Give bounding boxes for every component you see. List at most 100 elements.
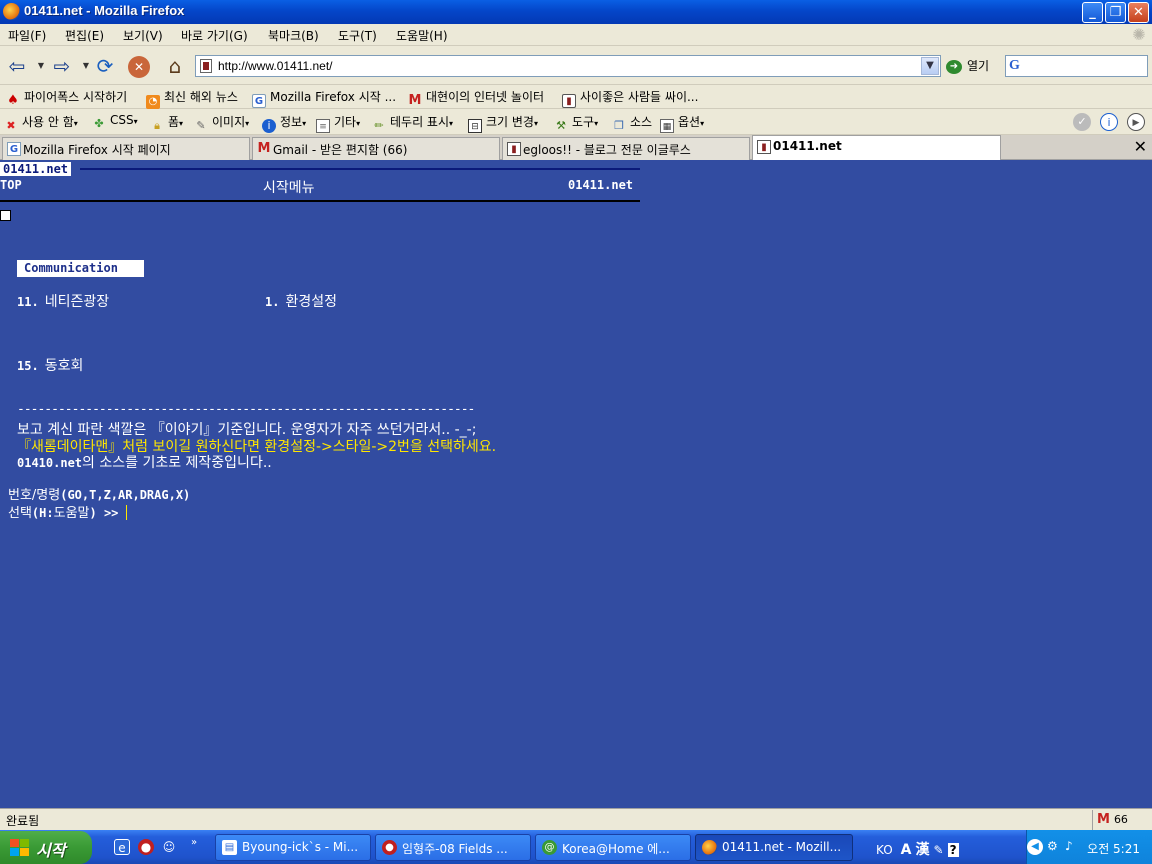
system-tray: ◀ ⚙ ♪ 오전 5:21: [1026, 830, 1152, 864]
google-icon: G: [1009, 58, 1020, 73]
network-icon[interactable]: ⚙: [1047, 839, 1058, 853]
menu-item-settings[interactable]: 1. 환경설정: [265, 291, 337, 311]
window-title-bar: 01411.net - Mozilla Firefox _ ❐ ✕: [0, 0, 1152, 24]
checkbox[interactable]: [0, 210, 11, 221]
page-icon: [200, 59, 212, 73]
task-byoung-ick[interactable]: ▤ Byoung-ick`s - Mi...: [215, 834, 371, 861]
korea-home-icon: @: [542, 840, 557, 855]
dev-tools-menu[interactable]: ⚒ 도구▾: [554, 113, 598, 133]
list-icon: ≡: [316, 119, 330, 133]
tab-01411[interactable]: ▮ 01411.net: [752, 135, 1001, 160]
go-button[interactable]: ➜ 열기: [946, 57, 989, 74]
language-bar[interactable]: KO A 漢 ✎?: [876, 839, 959, 859]
rss-icon: ◔: [146, 95, 160, 109]
menu-item-netizen-plaza[interactable]: 11. 네티즌광장: [17, 291, 109, 311]
dev-disable-menu[interactable]: ✖ 사용 안 함▾: [4, 113, 77, 133]
gmail-icon: M: [257, 141, 271, 156]
menu-tools[interactable]: 도구(T): [338, 27, 377, 44]
options-icon: ▦: [660, 119, 674, 133]
task-korea-home[interactable]: @ Korea@Home 에...: [535, 834, 691, 861]
quicklaunch-ie-icon[interactable]: e: [114, 839, 130, 855]
gmail-icon: M: [1097, 812, 1110, 827]
divider-line: ----------------------------------------…: [17, 402, 475, 417]
dev-resize-menu[interactable]: ⊟ 크기 변경▾: [468, 113, 538, 133]
close-button[interactable]: ✕: [1128, 2, 1149, 23]
menu-item-clubs[interactable]: 15. 동호회: [17, 355, 83, 375]
page-title: 시작메뉴: [263, 180, 315, 196]
maximize-button[interactable]: ❐: [1105, 2, 1126, 23]
section-label: Communication: [17, 260, 144, 277]
pencil-icon: ✏: [374, 119, 384, 132]
throbber-icon: ✺: [1132, 25, 1146, 44]
reload-icon[interactable]: ⟳: [92, 53, 118, 79]
bookmark-daehyun[interactable]: M 대현이의 인터넷 놀이터: [408, 88, 545, 108]
resize-icon: ⊟: [468, 119, 482, 133]
command-prompt[interactable]: 선택(H:도움말) >>: [8, 502, 128, 521]
menu-bookmarks[interactable]: 북마크(B): [268, 27, 319, 44]
minimize-button[interactable]: _: [1082, 2, 1103, 23]
dev-forms-menu[interactable]: 🔒︎ 폼▾: [150, 113, 183, 133]
quicklaunch-media-icon[interactable]: ●: [138, 839, 154, 855]
navigation-toolbar: ⇦ ▼ ⇨ ▼ ⟳ ✕ ⌂ ▼ ➜열기 G: [0, 47, 1152, 85]
dev-images-menu[interactable]: ✎ 이미지▾: [194, 113, 249, 133]
play-icon[interactable]: ▶: [1127, 113, 1145, 131]
puzzle-icon: ✤: [94, 117, 104, 130]
text-cursor: [126, 505, 128, 520]
search-box[interactable]: G: [1005, 55, 1148, 77]
back-arrow-icon[interactable]: ⇦: [4, 53, 30, 79]
dev-source-menu[interactable]: ❐ 소스: [612, 113, 652, 133]
disable-icon: ✖: [6, 119, 16, 132]
home-icon[interactable]: ⌂: [162, 53, 188, 79]
tab-gmail[interactable]: M Gmail - 받은 편지함 (66): [252, 137, 500, 160]
tab-mozilla-start[interactable]: G Mozilla Firefox 시작 페이지: [2, 137, 250, 160]
status-bar: 완료됨 M 66: [0, 808, 1152, 830]
dev-outline-menu[interactable]: ✏ 테두리 표시▾: [372, 113, 453, 133]
menu-bar: 파일(F) 편집(E) 보기(V) 바로 가기(G) 북마크(B) 도구(T) …: [0, 24, 1152, 46]
tab-egloos[interactable]: ▮ egloos!! - 블로그 전문 이글루스: [502, 137, 750, 160]
firefox-hat-icon: ♠: [7, 93, 19, 108]
menu-go[interactable]: 바로 가기(G): [181, 27, 248, 44]
quicklaunch-messenger-icon[interactable]: ☺: [161, 839, 177, 855]
forward-arrow-icon[interactable]: ⇨: [49, 53, 75, 79]
header-top-link[interactable]: TOP: [0, 178, 22, 192]
page-icon: ▮: [562, 94, 576, 108]
image-icon: ✎: [196, 119, 206, 132]
stop-icon[interactable]: ✕: [128, 56, 150, 78]
go-label: 열기: [967, 59, 990, 73]
url-bar[interactable]: ▼: [195, 55, 941, 77]
info-circle-icon[interactable]: i: [1100, 113, 1118, 131]
help-icon: ?: [947, 843, 959, 857]
close-tab-icon[interactable]: ✕: [1134, 137, 1147, 156]
dev-css-menu[interactable]: ✤ CSS▾: [92, 113, 137, 131]
search-input[interactable]: [1032, 58, 1144, 74]
clock: 오전 5:21: [1087, 842, 1140, 856]
menu-file[interactable]: 파일(F): [8, 27, 46, 44]
validate-check-icon[interactable]: ✓: [1073, 113, 1091, 131]
ime-icon: ✎: [933, 843, 944, 857]
firefox-icon: [3, 3, 20, 20]
dev-info-menu[interactable]: i 정보▾: [262, 113, 306, 133]
bookmark-cyworld[interactable]: ▮ 사이좋은 사람들 싸이...: [562, 88, 698, 108]
tray-expand-icon[interactable]: ◀: [1027, 839, 1043, 855]
gmail-notifier[interactable]: M 66: [1092, 810, 1152, 830]
volume-icon[interactable]: ♪: [1065, 839, 1073, 853]
task-media-player[interactable]: ● 임형주-08 Fields ...: [375, 834, 531, 861]
start-button[interactable]: 시작: [0, 831, 92, 864]
url-dropdown-icon[interactable]: ▼: [921, 57, 939, 75]
taskbar: 시작 e ● ☺ » ▤ Byoung-ick`s - Mi... ● 임형주-08…: [0, 830, 1152, 864]
dev-options-menu[interactable]: ▦ 옵션▾: [660, 113, 704, 133]
bookmark-firefox-start[interactable]: ♠ 파이어폭스 시작하기: [6, 88, 127, 108]
info-icon: i: [262, 119, 276, 133]
menu-view[interactable]: 보기(V): [123, 27, 163, 44]
gmail-icon: M: [408, 93, 422, 108]
quicklaunch-expand-icon[interactable]: »: [186, 835, 202, 851]
dev-misc-menu[interactable]: ≡ 기타▾: [316, 113, 360, 133]
task-firefox[interactable]: 01411.net - Mozill...: [695, 834, 853, 861]
google-icon: G: [7, 142, 21, 156]
url-input[interactable]: [218, 58, 908, 74]
bookmark-news[interactable]: ◔ 최신 해외 뉴스: [146, 88, 238, 109]
menu-help[interactable]: 도움말(H): [396, 27, 448, 44]
window-icon: ▤: [222, 840, 237, 855]
bookmark-mozilla-start[interactable]: G Mozilla Firefox 시작 ...: [252, 88, 396, 108]
menu-edit[interactable]: 편집(E): [65, 27, 104, 44]
